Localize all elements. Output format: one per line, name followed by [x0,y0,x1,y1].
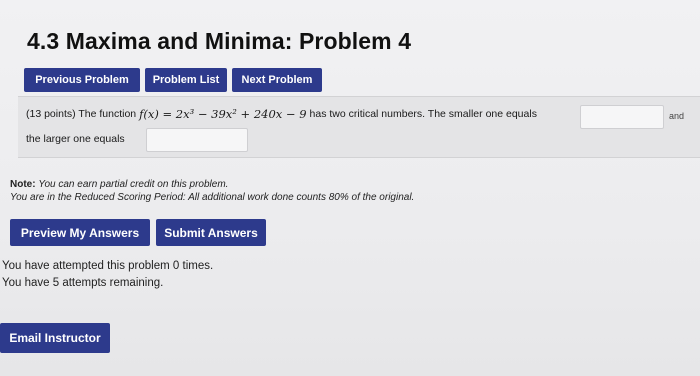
next-problem-button[interactable]: Next Problem [232,68,322,92]
note-line-1: You can earn partial credit on this prob… [38,179,229,190]
larger-critical-number-input[interactable] [146,128,248,152]
function-expression: f(x) = 2x³ − 39x² + 240x − 9 [139,107,307,121]
problem-line-2: the larger one equals [26,133,125,145]
previous-problem-button[interactable]: Previous Problem [24,68,140,92]
page: 4.3 Maxima and Minima: Problem 4 Previou… [0,0,700,376]
problem-line-1: (13 points) The function f(x) = 2x³ − 39… [26,107,537,121]
submit-answers-button[interactable]: Submit Answers [156,219,266,246]
note-block: Note: You can earn partial credit on thi… [10,178,414,204]
and-label: and [668,111,684,121]
attempts-info: You have attempted this problem 0 times.… [2,258,213,292]
preview-answers-button[interactable]: Preview My Answers [10,219,150,246]
attempts-count: You have attempted this problem 0 times. [2,260,214,272]
note-line-2: You are in the Reduced Scoring Period: A… [10,192,415,203]
problem-points: (13 points) The function [26,108,137,120]
attempts-remaining: You have 5 attempts remaining. [2,277,164,289]
smaller-critical-number-input[interactable] [580,105,664,129]
note-label: Note: [10,179,36,190]
problem-statement: (13 points) The function f(x) = 2x³ − 39… [18,96,700,158]
email-instructor-button[interactable]: Email Instructor [0,323,110,353]
problem-list-button[interactable]: Problem List [145,68,227,92]
page-title: 4.3 Maxima and Minima: Problem 4 [27,28,412,54]
problem-statement-mid: has two critical numbers. The smaller on… [309,108,537,120]
